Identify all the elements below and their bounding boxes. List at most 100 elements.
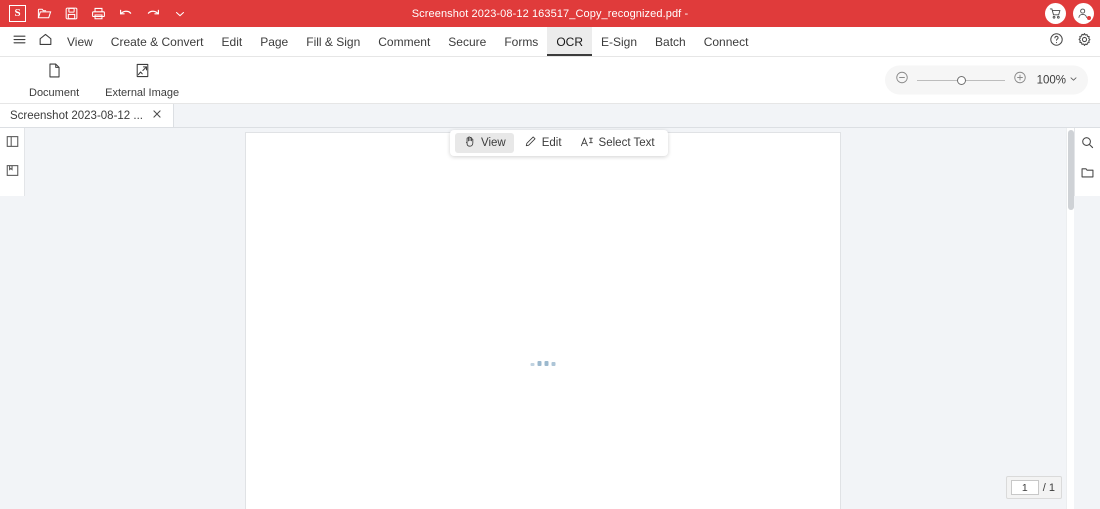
help-icon <box>1049 33 1064 51</box>
gear-icon <box>1077 32 1092 51</box>
app-logo-label: S <box>9 5 26 22</box>
mode-button-label: Select Text <box>598 137 655 149</box>
settings-button[interactable] <box>1077 32 1092 52</box>
menu-item-label: Page <box>260 34 289 49</box>
menu-item-ocr[interactable]: OCR <box>547 27 592 56</box>
home-icon <box>38 32 53 52</box>
menu-item-connect[interactable]: Connect <box>695 27 758 56</box>
open-file-button[interactable] <box>31 0 58 27</box>
mode-button-label: Edit <box>541 137 562 149</box>
mode-button-label: View <box>481 137 506 149</box>
zoom-slider-handle[interactable] <box>956 75 966 85</box>
document-tab-label: Screenshot 2023-08-12 ... <box>10 109 143 122</box>
app-logo: S <box>4 0 31 27</box>
menu-bar: View Create & Convert Edit Page Fill & S… <box>0 27 1100 57</box>
menu-item-label: E-Sign <box>600 34 638 49</box>
search-icon <box>1080 135 1095 155</box>
mode-button-edit[interactable]: Edit <box>516 133 570 153</box>
left-side-rail <box>0 128 25 196</box>
close-icon <box>152 109 162 122</box>
chevron-down-icon <box>1069 74 1078 86</box>
application-window: S Screenshot 2023-08-12 163517_Copy_reco… <box>0 0 1100 509</box>
menu-item-secure[interactable]: Secure <box>439 27 495 56</box>
open-file-icon <box>37 6 52 21</box>
undo-icon <box>118 6 134 22</box>
menu-item-label: Fill & Sign <box>306 34 361 49</box>
loading-dot <box>544 361 549 366</box>
select-text-icon <box>580 135 594 152</box>
menu-item-view[interactable]: View <box>58 27 102 56</box>
chevron-down-icon <box>173 7 187 21</box>
hamburger-icon <box>12 32 27 52</box>
vertical-scrollbar[interactable] <box>1066 128 1074 509</box>
search-button[interactable] <box>1078 135 1097 154</box>
titlebar-actions <box>1045 0 1094 27</box>
menu-item-batch[interactable]: Batch <box>646 27 695 56</box>
menu-item-forms[interactable]: Forms <box>495 27 547 56</box>
bookmarks-panel-icon <box>5 163 20 183</box>
plus-circle-icon <box>1013 71 1027 89</box>
panels-button[interactable] <box>1078 165 1097 184</box>
zoom-level-dropdown[interactable]: 100% <box>1035 74 1078 86</box>
account-button[interactable] <box>1073 3 1094 24</box>
help-button[interactable] <box>1049 32 1064 52</box>
zoom-in-button[interactable] <box>1013 71 1027 90</box>
page-number-indicator: / 1 <box>1005 476 1062 499</box>
menu-item-label: Secure <box>448 34 487 49</box>
save-button[interactable] <box>58 0 85 27</box>
account-notification-dot <box>1087 16 1091 20</box>
page-number-input[interactable] <box>1010 480 1039 495</box>
mode-button-view[interactable]: View <box>455 133 514 153</box>
external-image-icon <box>134 62 151 84</box>
menu-item-label: Comment <box>378 34 431 49</box>
print-icon <box>91 6 106 21</box>
document-tab[interactable]: Screenshot 2023-08-12 ... <box>0 104 174 127</box>
zoom-controls: 100% <box>884 65 1088 95</box>
bookmarks-panel-button[interactable] <box>3 163 22 182</box>
hamburger-menu-button[interactable] <box>6 27 32 56</box>
menu-item-label: Forms <box>504 34 539 49</box>
page-thumbnails-panel-button[interactable] <box>3 134 22 153</box>
quick-access-more-button[interactable] <box>166 0 193 27</box>
print-button[interactable] <box>85 0 112 27</box>
pdf-page[interactable] <box>245 132 841 509</box>
close-tab-button[interactable] <box>151 109 164 122</box>
workspace: View Edit Select Text 1 / 1 <box>0 128 1100 509</box>
page-total-label: / 1 <box>1042 481 1055 494</box>
zoom-slider[interactable] <box>916 74 1005 86</box>
menu-item-page[interactable]: Page <box>251 27 297 56</box>
loading-dot <box>551 362 556 366</box>
title-bar: S Screenshot 2023-08-12 163517_Copy_reco… <box>0 0 1100 27</box>
redo-icon <box>145 6 161 22</box>
zoom-level-label: 100% <box>1036 74 1066 86</box>
panel-icon <box>1080 165 1095 185</box>
menu-item-label: Create & Convert <box>110 34 204 49</box>
document-icon <box>46 62 63 84</box>
ribbon-button-label: External Image <box>105 86 180 99</box>
menu-item-comment[interactable]: Comment <box>369 27 439 56</box>
ribbon-button-document[interactable]: Document <box>16 62 92 99</box>
zoom-out-button[interactable] <box>895 71 909 90</box>
menu-item-fill-sign[interactable]: Fill & Sign <box>297 27 369 56</box>
mode-button-select-text[interactable]: Select Text <box>572 133 663 153</box>
floating-mode-toolbar: View Edit Select Text <box>450 130 668 156</box>
hand-icon <box>463 135 476 151</box>
document-canvas[interactable]: View Edit Select Text 1 / 1 <box>25 128 1100 509</box>
save-icon <box>64 6 79 21</box>
undo-button[interactable] <box>112 0 139 27</box>
pencil-icon <box>524 135 537 151</box>
menu-item-edit[interactable]: Edit <box>213 27 252 56</box>
menu-item-label: Connect <box>703 34 749 49</box>
menu-item-label: OCR <box>556 34 583 49</box>
menu-item-create-convert[interactable]: Create & Convert <box>102 27 213 56</box>
menu-item-label: View <box>67 34 93 49</box>
loading-dot <box>537 361 542 366</box>
menu-item-label: Batch <box>655 34 686 49</box>
redo-button[interactable] <box>139 0 166 27</box>
home-button[interactable] <box>32 27 58 56</box>
menu-item-e-sign[interactable]: E-Sign <box>592 27 646 56</box>
document-tab-strip: Screenshot 2023-08-12 ... <box>0 104 1100 128</box>
ribbon-button-external-image[interactable]: External Image <box>92 62 192 99</box>
cart-button[interactable] <box>1045 3 1066 24</box>
loading-indicator <box>530 361 556 366</box>
